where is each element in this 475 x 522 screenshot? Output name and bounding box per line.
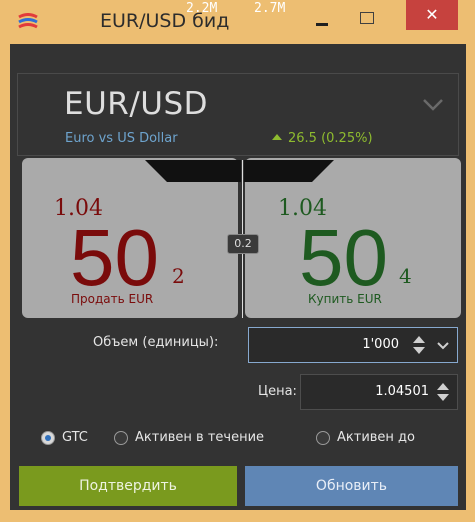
sell-label: Продать EUR: [71, 292, 154, 306]
volume-input[interactable]: 1'000: [248, 327, 458, 363]
spin-down-icon: [413, 347, 425, 354]
radio-good-till[interactable]: [316, 431, 330, 445]
deal-ticket-window: EUR/USD бид ✕ EUR/USD Euro vs US Dollar …: [0, 0, 475, 522]
maximize-icon[interactable]: [352, 6, 382, 34]
price-change-value: 26.5 (0.25%): [288, 131, 373, 146]
radio-good-for-label[interactable]: Активен в течение: [135, 430, 264, 445]
price-change: 26.5 (0.25%): [272, 131, 373, 146]
price-value: 1.04501: [375, 384, 429, 399]
buy-volume-badge: [244, 160, 334, 182]
radio-gtc-label[interactable]: GTC: [62, 430, 88, 445]
confirm-button[interactable]: Подтвердить: [19, 466, 237, 506]
buy-tile[interactable]: 1.04 50 4 Купить EUR: [245, 158, 461, 318]
price-label: Цена:: [258, 384, 297, 399]
radio-gtc[interactable]: [41, 431, 55, 445]
instrument-symbol: EUR/USD: [64, 86, 208, 122]
title-bar[interactable]: EUR/USD бид ✕: [0, 0, 475, 44]
volume-stepper[interactable]: [412, 334, 426, 356]
volume-value: 1'000: [362, 337, 399, 352]
volume-label: Объем (единицы):: [93, 335, 219, 350]
radio-good-till-label[interactable]: Активен до: [337, 430, 415, 445]
price-input[interactable]: 1.04501: [300, 374, 458, 410]
minimize-icon[interactable]: [307, 6, 337, 34]
spread-badge: 0.2: [227, 234, 259, 254]
sell-tile[interactable]: 1.04 50 2 Продать EUR: [22, 158, 238, 318]
sell-pips: 50: [70, 213, 159, 302]
spin-up-icon: [437, 383, 449, 390]
buy-pips: 50: [299, 213, 388, 302]
sell-volume-badge: [145, 160, 241, 182]
sell-pipette: 2: [172, 264, 185, 288]
app-logo-icon: [18, 13, 38, 29]
buy-label: Купить EUR: [308, 292, 382, 306]
close-icon[interactable]: ✕: [406, 0, 458, 30]
price-stepper[interactable]: [436, 381, 450, 403]
sell-volume: 2.2M: [186, 1, 218, 16]
spin-up-icon: [413, 336, 425, 343]
chevron-down-icon[interactable]: [422, 97, 444, 113]
update-button[interactable]: Обновить: [245, 466, 458, 506]
buy-volume: 2.7M: [254, 1, 286, 16]
radio-good-for[interactable]: [114, 431, 128, 445]
buy-pipette: 4: [399, 264, 412, 288]
instrument-description: Euro vs US Dollar: [65, 131, 178, 146]
volume-dropdown-icon[interactable]: [436, 341, 450, 351]
spin-down-icon: [437, 394, 449, 401]
arrow-up-icon: [272, 134, 282, 140]
